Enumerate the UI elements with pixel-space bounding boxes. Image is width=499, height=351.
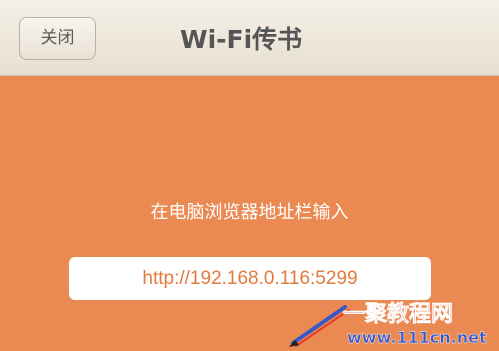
watermark-url: www.111cn.net xyxy=(347,328,487,347)
close-button[interactable]: 关闭 xyxy=(19,17,96,60)
pen-icon xyxy=(289,305,350,347)
page-title: Wi-Fi传书 xyxy=(180,25,303,54)
nav-header: 关闭 Wi-Fi传书 xyxy=(0,0,499,76)
watermark-logo: 一聚教程网 www.111cn.net xyxy=(289,301,487,347)
instruction-text: 在电脑浏览器地址栏输入 xyxy=(150,202,349,223)
watermark-brand: 一聚教程网 xyxy=(343,301,453,327)
